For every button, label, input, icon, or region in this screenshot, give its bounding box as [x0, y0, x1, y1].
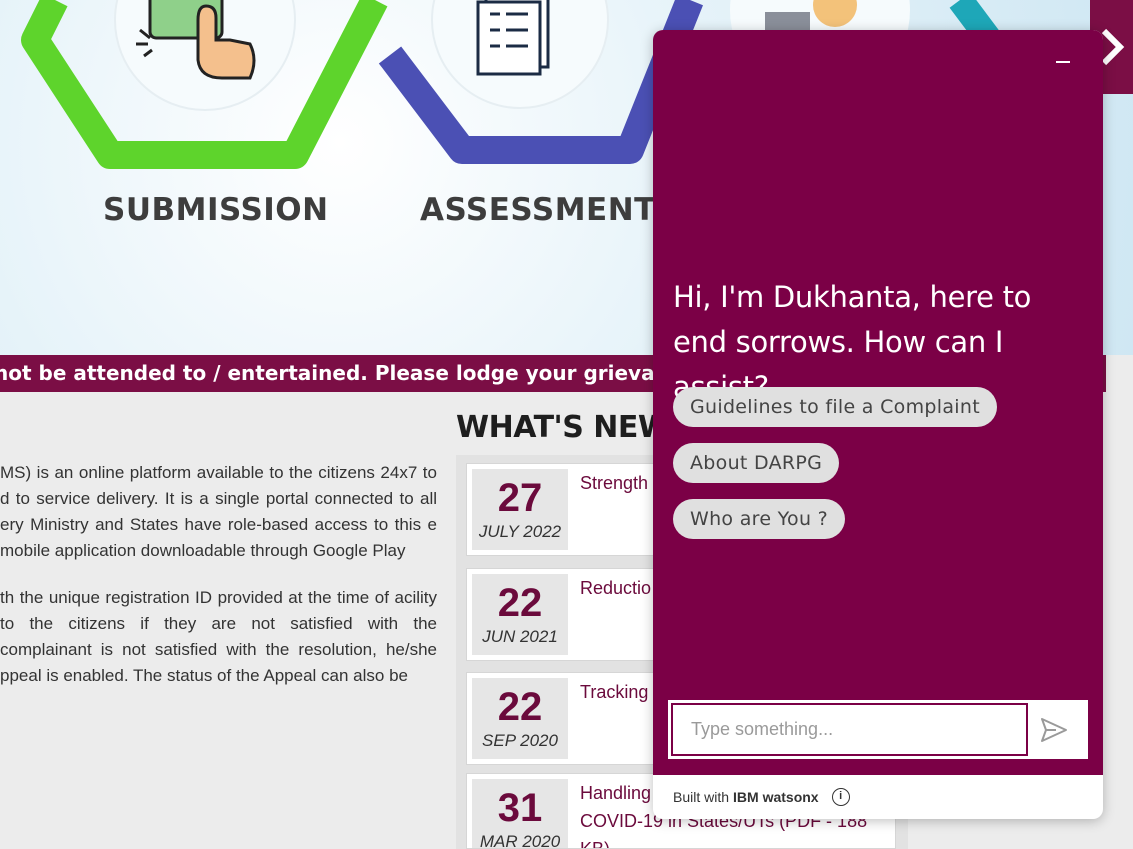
whats-new-title: WHAT'S NEW [456, 410, 671, 445]
footer-brand: IBM watsonx [733, 789, 819, 805]
submission-label: SUBMISSION [103, 192, 329, 228]
about-paragraph-1: MS) is an online platform available to t… [0, 463, 437, 560]
assessment-label: ASSESSMENT [420, 192, 656, 228]
info-icon[interactable]: i [831, 788, 850, 806]
news-day: 27 [497, 476, 543, 520]
chat-input-bar [668, 700, 1088, 759]
suggestion-guidelines-button[interactable]: Guidelines to file a Complaint [673, 387, 997, 427]
news-month: MAR 2020 [479, 832, 561, 849]
about-paragraph-2: th the unique registration ID provided a… [0, 588, 437, 685]
news-day: 22 [497, 581, 543, 625]
minimize-button[interactable] [1053, 50, 1073, 70]
suggestion-about-darpg-button[interactable]: About DARPG [673, 443, 840, 483]
chatbot-window: Hi, I'm Dukhanta, here to end sorrows. H… [653, 30, 1103, 819]
chat-body: Hi, I'm Dukhanta, here to end sorrows. H… [653, 30, 1103, 775]
news-date: 22 JUN 2021 [472, 574, 568, 655]
send-icon [1041, 718, 1067, 742]
chat-footer: Built with IBM watsonx i [673, 788, 850, 806]
about-section: MS) is an online platform available to t… [0, 460, 437, 710]
news-month: JUN 2021 [482, 627, 558, 646]
news-date: 22 SEP 2020 [472, 678, 568, 759]
news-day: 31 [497, 786, 543, 830]
document-icon [476, 0, 550, 76]
footer-prefix: Built with [673, 789, 730, 805]
news-month: SEP 2020 [482, 731, 558, 750]
suggestion-who-are-you-button[interactable]: Who are You ? [673, 499, 846, 539]
news-day: 22 [497, 685, 543, 729]
news-date: 27 JULY 2022 [472, 469, 568, 550]
news-month: JULY 2022 [478, 522, 562, 541]
send-button[interactable] [1038, 714, 1070, 746]
chat-message-input[interactable] [671, 703, 1028, 756]
news-date: 31 MAR 2020 [472, 779, 568, 849]
